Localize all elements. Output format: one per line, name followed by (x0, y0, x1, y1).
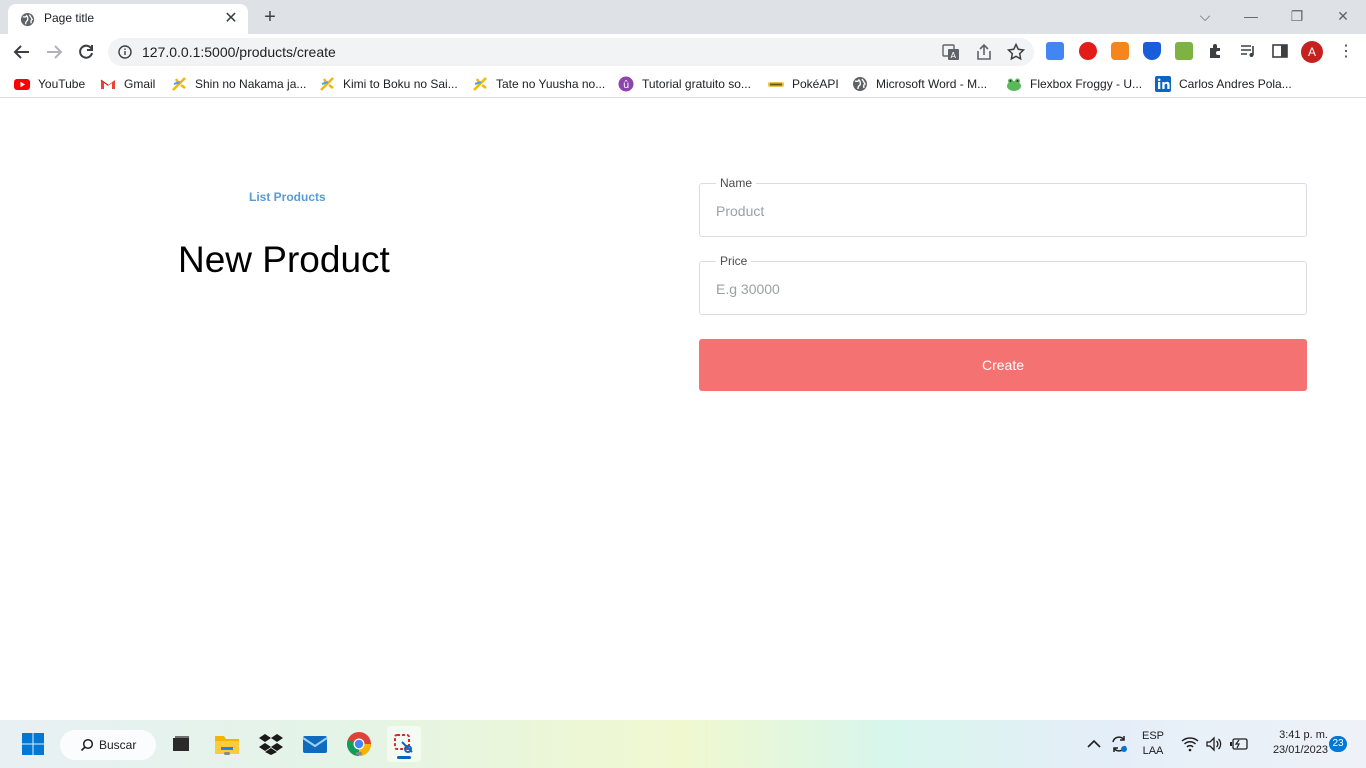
globe-icon (853, 77, 867, 91)
task-view-icon[interactable] (167, 730, 195, 758)
list-products-link[interactable]: List Products (249, 190, 326, 204)
windows-taskbar: Buscar ESP LAA 3:41 p. m. 23/01/2023 23 (0, 720, 1366, 768)
bookmark-microsoft-word[interactable]: Microsoft Word - M... (852, 76, 987, 92)
language-code: ESP (1141, 730, 1164, 742)
create-button[interactable]: Create (699, 339, 1307, 391)
bookmark-carlos-andres[interactable]: Carlos Andres Pola... (1155, 76, 1292, 92)
name-input[interactable] (716, 202, 1286, 220)
price-field-label: Price (716, 254, 752, 268)
translate-icon[interactable]: A (942, 43, 960, 61)
pokeapi-icon (768, 82, 784, 87)
bookmark-label: Kimi to Boku no Sai... (343, 77, 458, 91)
volume-icon[interactable] (1202, 730, 1226, 758)
minimize-icon[interactable]: — (1231, 4, 1271, 28)
url-text: 127.0.0.1:5000/products/create (142, 44, 336, 60)
bookmark-label: YouTube (38, 77, 86, 91)
bookmark-label: Gmail (124, 77, 156, 91)
extensions-puzzle-icon[interactable] (1207, 42, 1225, 60)
windows-start-icon[interactable] (19, 730, 47, 758)
media-queue-icon[interactable] (1239, 42, 1257, 60)
share-icon[interactable] (975, 43, 993, 61)
bookmark-fav-icon (320, 77, 334, 91)
bookmark-label: Tate no Yuusha no... (496, 77, 606, 91)
menu-kebab-icon[interactable]: ⋮ (1338, 42, 1354, 62)
bookmark-label: Shin no Nakama ja... (195, 77, 307, 91)
bookmark-label: Microsoft Word - M... (876, 77, 988, 91)
svg-text:û: û (623, 79, 629, 91)
page-content: List Products New Product Name Price Cre… (0, 103, 1366, 720)
chrome-icon[interactable] (345, 730, 373, 758)
tab-close-icon[interactable]: ✕ (222, 10, 240, 28)
bookmark-label: Tutorial gratuito so... (642, 77, 751, 91)
taskbar-search[interactable]: Buscar (60, 730, 156, 760)
browser-tab[interactable]: Page title ✕ (8, 4, 248, 34)
adblock-extension-icon[interactable] (1079, 42, 1097, 60)
profile-avatar[interactable]: A (1301, 41, 1323, 63)
bookmark-star-icon[interactable] (1007, 43, 1025, 61)
browser-tab-strip: Page title ✕ + ⌵ — ❐ ✕ (0, 0, 1366, 34)
back-icon[interactable] (9, 40, 35, 64)
bookmarks-bar: YouTube Gmail Shin no Nakama ja... Kimi … (0, 70, 1366, 98)
search-icon (80, 738, 94, 752)
price-field: Price (699, 254, 1307, 315)
close-window-icon[interactable]: ✕ (1323, 4, 1363, 28)
svg-text:A: A (951, 51, 957, 60)
search-label: Buscar (99, 738, 137, 752)
name-field-label: Name (716, 176, 757, 190)
dropbox-icon[interactable] (257, 730, 285, 758)
language-indicator[interactable]: ESP LAA (1138, 730, 1168, 757)
file-explorer-icon[interactable] (213, 730, 241, 758)
notification-badge[interactable]: 23 (1329, 736, 1347, 752)
site-info-icon[interactable] (118, 45, 132, 59)
forward-icon[interactable] (41, 40, 67, 64)
google-translate-extension-icon[interactable] (1046, 42, 1064, 60)
new-tab-icon[interactable]: + (258, 6, 282, 28)
bookmark-kimi-to-boku[interactable]: Kimi to Boku no Sai... (319, 76, 458, 92)
browser-toolbar: 127.0.0.1:5000/products/create A A ⋮ (0, 34, 1366, 70)
tab-search-chevron-icon[interactable]: ⌵ (1185, 4, 1225, 28)
snipping-tool-icon[interactable] (387, 726, 421, 762)
tab-title: Page title (44, 11, 95, 25)
frog-icon (1007, 78, 1021, 91)
bookmark-fav-icon (473, 77, 487, 91)
clock[interactable]: 3:41 p. m. 23/01/2023 (1258, 729, 1328, 756)
bookmark-label: Carlos Andres Pola... (1179, 77, 1292, 91)
wifi-icon[interactable] (1178, 730, 1202, 758)
restore-icon[interactable]: ❐ (1277, 4, 1317, 28)
youtube-icon (14, 79, 30, 90)
tray-chevron-up-icon[interactable] (1082, 730, 1106, 758)
sync-icon[interactable] (1106, 730, 1132, 758)
keyboard-layout: LAA (1142, 745, 1164, 757)
address-bar[interactable]: 127.0.0.1:5000/products/create A (108, 38, 1034, 66)
bookmark-flexbox-froggy[interactable]: Flexbox Froggy - U... (1006, 76, 1142, 92)
bookmark-label: Flexbox Froggy - U... (1030, 77, 1143, 91)
linkedin-icon (1155, 76, 1171, 92)
extension-icon[interactable] (1175, 42, 1193, 60)
name-field: Name (699, 176, 1307, 237)
bookmark-tutorial-gratuito[interactable]: û Tutorial gratuito so... (618, 76, 751, 92)
bookmark-youtube[interactable]: YouTube (14, 76, 85, 92)
page-title: New Product (178, 239, 390, 280)
bookmark-shin-no-nakama[interactable]: Shin no Nakama ja... (171, 76, 306, 92)
battery-icon[interactable] (1226, 730, 1252, 758)
globe-icon (20, 12, 35, 27)
metamask-extension-icon[interactable] (1111, 42, 1129, 60)
bookmark-gmail[interactable]: Gmail (100, 76, 155, 92)
bookmark-tate-no-yuusha[interactable]: Tate no Yuusha no... (472, 76, 605, 92)
price-input[interactable] (716, 280, 1286, 298)
reload-icon[interactable] (73, 40, 99, 64)
bookmark-label: PokéAPI (792, 77, 839, 91)
side-panel-icon[interactable] (1271, 42, 1289, 60)
clock-date: 23/01/2023 (1272, 744, 1328, 756)
bitwarden-extension-icon[interactable] (1143, 42, 1161, 60)
tutorial-icon: û (618, 76, 634, 92)
mail-icon[interactable] (301, 730, 329, 758)
clock-time: 3:41 p. m. (1279, 729, 1328, 741)
bookmark-fav-icon (172, 77, 186, 91)
gmail-icon (100, 79, 115, 89)
bookmark-pokeapi[interactable]: PokéAPI (768, 76, 839, 92)
